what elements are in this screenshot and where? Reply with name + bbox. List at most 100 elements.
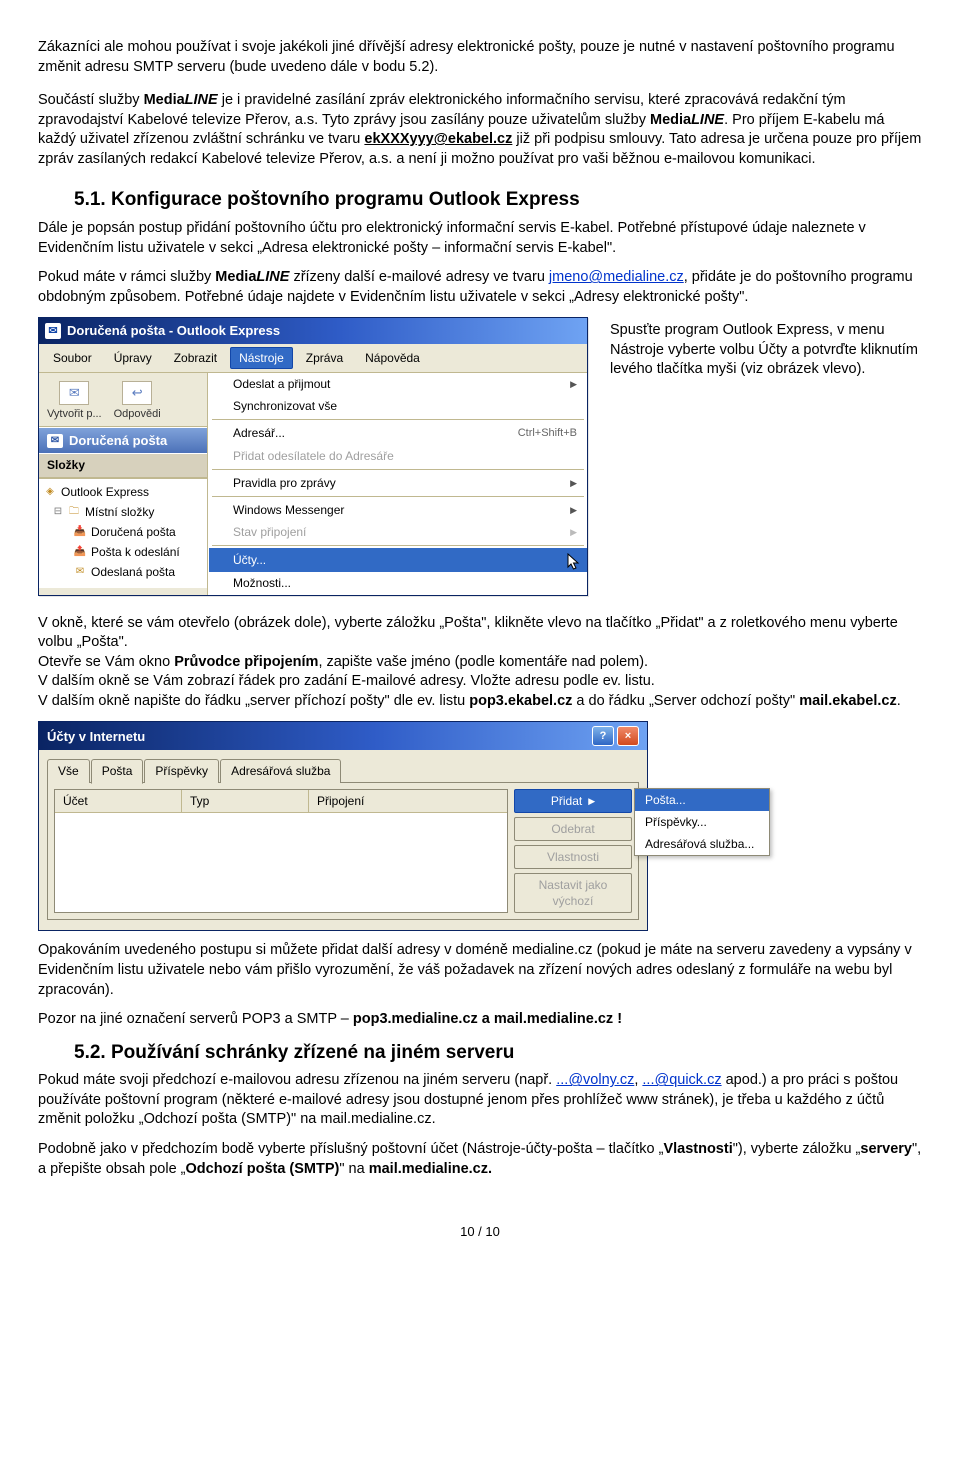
menuitem-accounts[interactable]: Účty... <box>209 548 587 572</box>
text: "), vyberte záložku „ <box>733 1141 861 1157</box>
reply-icon: ↩ <box>122 381 152 405</box>
menuitem-addressbook[interactable]: Adresář... Ctrl+Shift+B <box>209 422 587 444</box>
menuitem-messenger[interactable]: Windows Messenger▶ <box>209 499 587 521</box>
close-button[interactable]: × <box>617 726 639 746</box>
after-p2: Pozor na jiné označení serverů POP3 a SM… <box>38 1010 922 1030</box>
label: Místní složky <box>85 503 154 521</box>
popup-news[interactable]: Příspěvky... <box>635 811 769 833</box>
chevron-right-icon: ▶ <box>588 795 595 807</box>
bold: Vlastnosti <box>663 1141 732 1157</box>
add-popup-menu: Pošta... Příspěvky... Adresářová služba.… <box>634 788 770 857</box>
separator <box>212 469 584 470</box>
label: Synchronizovat vše <box>233 398 337 414</box>
bold: mail.medialine.cz. <box>369 1161 492 1177</box>
tab-all[interactable]: Vše <box>47 759 90 782</box>
reply-button[interactable]: ↩ Odpovědi <box>110 379 165 424</box>
menu-tools[interactable]: Nástroje <box>230 347 293 369</box>
properties-button: Vlastnosti <box>514 845 632 869</box>
chevron-right-icon: ▶ <box>570 378 577 390</box>
sec52-p1: Pokud máte svoji předchozí e-mailovou ad… <box>38 1071 922 1130</box>
outbox-icon: 📤 <box>73 546 87 558</box>
app-icon: ◈ <box>43 486 57 498</box>
menuitem-sync[interactable]: Synchronizovat vše <box>209 395 587 417</box>
menu-edit[interactable]: Úpravy <box>105 347 161 369</box>
menuitem-addsender: Přidat odesílatele do Adresáře <box>209 445 587 467</box>
tab-mail[interactable]: Pošta <box>91 759 144 783</box>
bold: pop3.ekabel.cz <box>469 693 572 709</box>
remove-button: Odebrat <box>514 817 632 841</box>
bold: Odchozí pošta (SMTP) <box>186 1161 340 1177</box>
label: Odeslat a přijmout <box>233 376 330 392</box>
link-medialine-email[interactable]: jmeno@medialine.cz <box>549 269 684 285</box>
link-quick[interactable]: ...@quick.cz <box>642 1072 721 1088</box>
dialog-tabs: Vše Pošta Příspěvky Adresářová služba <box>47 758 639 782</box>
col-account[interactable]: Účet <box>55 790 182 812</box>
sec51-p1: Dále je popsán postup přidání poštovního… <box>38 219 922 258</box>
label: Outlook Express <box>61 483 149 501</box>
label: Pošta k odeslání <box>91 543 180 561</box>
text: . <box>897 693 901 709</box>
folders-header: Složky <box>39 453 207 477</box>
oe-menubar: Soubor Úpravy Zobrazit Nástroje Zpráva N… <box>39 344 587 373</box>
folder-tree: ◈ Outlook Express ⊟🗀Místní složky 📥Doruče… <box>39 478 207 588</box>
tree-sent[interactable]: ✉Odeslaná pošta <box>43 562 203 582</box>
label: Pravidla pro zprávy <box>233 475 336 491</box>
text: Pokud máte svoji předchozí e-mailovou ad… <box>38 1072 556 1088</box>
mid-p1: V okně, které se vám otevřelo (obrázek d… <box>38 614 922 712</box>
instruction-text: Spusťte program Outlook Express, v menu … <box>610 317 922 380</box>
window-title: Doručená pošta - Outlook Express <box>67 322 280 340</box>
bold: Průvodce připojením <box>174 654 318 670</box>
label: Odeslaná pošta <box>91 563 175 581</box>
sec52-p2: Podobně jako v předchozím bodě vyberte p… <box>38 1140 922 1179</box>
bold: mail.ekabel.cz <box>799 693 897 709</box>
text: V okně, které se vám otevřelo (obrázek d… <box>38 615 898 651</box>
shortcut: Ctrl+Shift+B <box>518 426 577 441</box>
tab-directory[interactable]: Adresářová služba <box>220 759 341 782</box>
label: Účty... <box>233 552 266 568</box>
col-connection[interactable]: Připojení <box>309 790 507 812</box>
menuitem-options[interactable]: Možnosti... <box>209 572 587 594</box>
help-button[interactable]: ? <box>592 726 614 746</box>
inbox-icon: ✉ <box>47 434 63 448</box>
tools-dropdown: Odeslat a přijmout ▶ Synchronizovat vše A… <box>209 373 587 595</box>
tree-inbox[interactable]: 📥Doručená pošta <box>43 522 203 542</box>
text: Otevře se Vám okno <box>38 654 174 670</box>
popup-directory[interactable]: Adresářová služba... <box>635 833 769 855</box>
text: " na <box>339 1161 368 1177</box>
label: Přidat <box>551 793 582 809</box>
bold: pop3.medialine.cz a mail.medialine.cz ! <box>353 1011 622 1027</box>
sec51-p2: Pokud máte v rámci služby MediaLINE zříz… <box>38 268 922 307</box>
dialog-titlebar: Účty v Internetu ? × <box>39 722 647 750</box>
menu-help[interactable]: Nápověda <box>356 347 429 369</box>
tree-outbox[interactable]: 📤 Pošta k odeslání <box>43 542 203 562</box>
menuitem-send-receive[interactable]: Odeslat a přijmout ▶ <box>209 373 587 395</box>
collapse-icon[interactable]: ⊟ <box>53 504 63 519</box>
menu-message[interactable]: Zpráva <box>297 347 352 369</box>
tab-news[interactable]: Příspěvky <box>144 759 219 782</box>
label: Adresář... <box>233 425 285 441</box>
accounts-dialog: Účty v Internetu ? × Vše Pošta Příspěvky… <box>38 721 648 931</box>
add-button[interactable]: Přidat ▶ <box>514 789 632 813</box>
popup-mail[interactable]: Pošta... <box>635 789 769 811</box>
chevron-right-icon: ▶ <box>570 526 577 538</box>
menu-file[interactable]: Soubor <box>44 347 101 369</box>
label: Možnosti... <box>233 575 291 591</box>
text: a do řádku „Server odchozí pošty" <box>572 693 799 709</box>
brand-line: LINE <box>691 112 724 128</box>
text: , zapište vaše jméno (podle komentáře na… <box>318 654 648 670</box>
label: Odpovědi <box>114 407 161 422</box>
col-type[interactable]: Typ <box>182 790 309 812</box>
menu-view[interactable]: Zobrazit <box>165 347 226 369</box>
text: V dalším okně se Vám zobrazí řádek pro z… <box>38 673 655 689</box>
tree-local[interactable]: ⊟🗀Místní složky <box>43 502 203 522</box>
text: Pozor na jiné označení serverů POP3 a SM… <box>38 1011 353 1027</box>
brand-line: LINE <box>256 269 289 285</box>
oe-toolbar: ✉ Vytvořit p... ↩ Odpovědi <box>39 373 207 427</box>
create-mail-button[interactable]: ✉ Vytvořit p... <box>43 379 106 424</box>
brand: Media <box>215 269 256 285</box>
oe-titlebar: ✉ Doručená pošta - Outlook Express <box>39 318 587 344</box>
bold: servery <box>860 1141 912 1157</box>
link-volny[interactable]: ...@volny.cz <box>556 1072 634 1088</box>
menuitem-rules[interactable]: Pravidla pro zprávy▶ <box>209 472 587 494</box>
tree-root[interactable]: ◈ Outlook Express <box>43 482 203 502</box>
